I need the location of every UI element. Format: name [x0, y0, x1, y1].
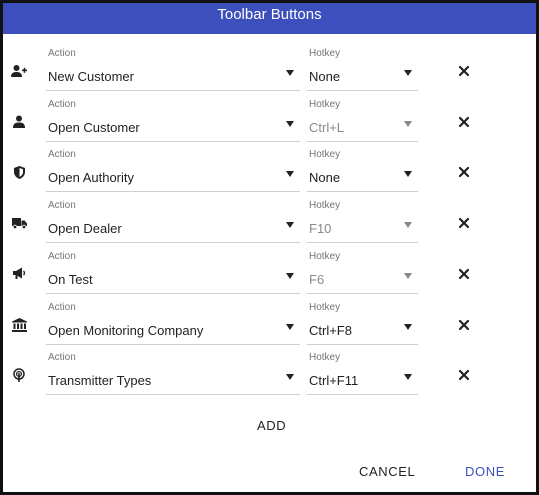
- toolbar-button-row: Action Open Customer Hotkey Ctrl+L: [3, 97, 536, 148]
- action-label: Action: [48, 301, 76, 313]
- hotkey-label: Hotkey: [309, 250, 341, 262]
- hotkey-select: Hotkey F10: [307, 198, 418, 244]
- hotkey-value: None: [309, 170, 341, 186]
- hotkey-label: Hotkey: [309, 301, 341, 313]
- chevron-down-icon: [404, 171, 412, 178]
- hotkey-select: Hotkey Ctrl+L: [307, 97, 418, 142]
- toolbar-buttons-dialog: Toolbar Buttons Action New Customer Hotkey…: [0, 0, 539, 495]
- action-value: Transmitter Types: [48, 373, 152, 389]
- hotkey-select: Hotkey F6: [307, 249, 418, 294]
- close-icon[interactable]: [456, 266, 472, 282]
- action-label: Action: [48, 149, 76, 161]
- chevron-down-icon: [286, 374, 294, 381]
- action-select[interactable]: Action Open Monitoring Company: [46, 300, 300, 345]
- chevron-down-icon: [404, 70, 412, 76]
- close-icon[interactable]: [456, 367, 472, 383]
- chevron-down-icon: [286, 323, 294, 330]
- close-icon[interactable]: [456, 317, 472, 333]
- toolbar-button-row: Action Open Authority Hotkey None: [3, 147, 536, 198]
- chevron-down-icon: [404, 323, 412, 330]
- action-select[interactable]: Action Transmitter Types: [46, 350, 300, 396]
- chevron-down-icon: [404, 374, 412, 381]
- bank-icon: [11, 317, 27, 332]
- toolbar-button-row: Action Transmitter Types Hotkey Ctrl+F11: [3, 350, 536, 401]
- toolbar-button-row: Action On Test Hotkey F6: [3, 249, 536, 300]
- chevron-down-icon: [286, 272, 294, 279]
- hotkey-label: Hotkey: [309, 352, 341, 364]
- user-icon: [11, 115, 27, 129]
- hotkey-label: Hotkey: [309, 149, 341, 161]
- add-button[interactable]: ADD: [257, 418, 286, 433]
- hotkey-value: F6: [309, 271, 325, 287]
- action-select[interactable]: Action Open Dealer: [46, 198, 300, 244]
- chevron-down-icon: [404, 272, 412, 279]
- action-value: Open Monitoring Company: [48, 322, 204, 338]
- close-icon[interactable]: [456, 164, 472, 180]
- hotkey-label: Hotkey: [309, 98, 341, 110]
- action-value: New Customer: [48, 69, 134, 84]
- hotkey-label: Hotkey: [309, 48, 341, 59]
- hotkey-value: Ctrl+F11: [309, 373, 359, 389]
- hotkey-value: F10: [309, 221, 332, 237]
- hotkey-select[interactable]: Hotkey None: [307, 147, 418, 193]
- hotkey-value: Ctrl+L: [309, 119, 345, 135]
- action-value: On Test: [48, 271, 93, 287]
- chevron-down-icon: [404, 222, 412, 229]
- action-label: Action: [48, 98, 76, 110]
- toolbar-button-row: Action Open Monitoring Company Hotkey Ctrl+…: [3, 300, 536, 351]
- dialog-title: Toolbar Buttons: [217, 6, 322, 23]
- action-select[interactable]: Action New Customer: [46, 46, 300, 91]
- action-label: Action: [48, 200, 76, 212]
- hotkey-select[interactable]: Hotkey Ctrl+F8: [307, 300, 418, 345]
- hotkey-select[interactable]: Hotkey None: [307, 46, 418, 91]
- chevron-down-icon: [286, 171, 294, 178]
- close-icon[interactable]: [456, 63, 472, 79]
- hotkey-select[interactable]: Hotkey Ctrl+F11: [307, 350, 418, 396]
- done-button[interactable]: DONE: [465, 464, 505, 479]
- action-label: Action: [48, 250, 76, 262]
- hotkey-label: Hotkey: [309, 200, 341, 212]
- action-select[interactable]: Action Open Customer: [46, 97, 300, 142]
- action-label: Action: [48, 48, 76, 59]
- hotkey-value: None: [309, 69, 341, 84]
- megaphone-icon: [11, 267, 27, 281]
- chevron-down-icon: [286, 120, 294, 127]
- dialog-title-bar: Toolbar Buttons: [3, 3, 536, 34]
- action-value: Open Dealer: [48, 221, 122, 237]
- close-icon[interactable]: [456, 114, 472, 130]
- toolbar-button-row: Action Open Dealer Hotkey F10: [3, 198, 536, 249]
- action-select[interactable]: Action Open Authority: [46, 147, 300, 193]
- chevron-down-icon: [404, 120, 412, 127]
- add-user-icon: [11, 64, 27, 78]
- hotkey-value: Ctrl+F8: [309, 322, 352, 338]
- action-value: Open Customer: [48, 119, 140, 135]
- cancel-button[interactable]: CANCEL: [359, 464, 415, 479]
- podcast-icon: [11, 368, 27, 383]
- toolbar-button-row: Action New Customer Hotkey None: [3, 46, 536, 97]
- close-icon[interactable]: [456, 215, 472, 231]
- action-select[interactable]: Action On Test: [46, 249, 300, 294]
- chevron-down-icon: [286, 70, 294, 76]
- action-label: Action: [48, 352, 76, 364]
- truck-icon: [11, 216, 27, 230]
- chevron-down-icon: [286, 222, 294, 229]
- action-value: Open Authority: [48, 170, 134, 186]
- shield-icon: [11, 165, 27, 179]
